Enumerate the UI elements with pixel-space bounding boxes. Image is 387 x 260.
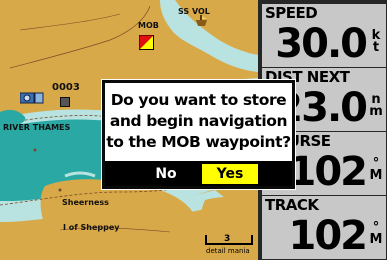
dialog-line: Do you want to store <box>110 91 287 109</box>
waypoint-icon[interactable] <box>60 97 70 107</box>
field-unit: ° M <box>369 156 383 183</box>
no-button[interactable]: No <box>141 164 191 184</box>
field-unit: k t <box>371 28 381 55</box>
camera-icon[interactable] <box>20 90 44 104</box>
gps-screen: MOB SS VOL 0003 RIVER THAMES Sheerness I… <box>0 0 387 260</box>
mob-label: MOB <box>138 21 159 30</box>
field-value: 102 <box>288 149 368 195</box>
scale-value: 3 <box>224 234 231 244</box>
dialog-button-bar: No Yes <box>105 161 292 186</box>
field-speed[interactable]: SPEED 30.0 k t <box>262 4 386 67</box>
dialog-line: to the MOB waypoint? <box>106 133 291 151</box>
river-label: RIVER THAMES <box>3 123 71 132</box>
mob-confirm-dialog: Do you want to store and begin navigatio… <box>101 79 296 190</box>
yes-button[interactable]: Yes <box>202 164 258 184</box>
vessel-label: SS VOL <box>178 7 210 16</box>
map-scale: 3 detail mania <box>204 231 254 256</box>
field-track[interactable]: TRACK 102 ° M <box>262 196 386 259</box>
field-title: SPEED <box>265 4 318 22</box>
dialog-line: and begin navigation <box>109 112 288 130</box>
field-value: 30.0 <box>275 21 368 67</box>
waypoint-label: 0003 <box>52 82 80 93</box>
dialog-message: Do you want to store and begin navigatio… <box>105 90 292 153</box>
mob-flag-icon[interactable] <box>139 35 154 50</box>
detail-label: detail mania <box>206 247 250 255</box>
ship-icon[interactable] <box>194 15 209 27</box>
place-label-sheerness: Sheerness <box>62 198 109 207</box>
field-unit: ° M <box>369 220 383 247</box>
place-label-sheppey: I of Sheppey <box>63 223 120 232</box>
field-title: TRACK <box>265 196 319 214</box>
field-unit: n m <box>369 92 383 119</box>
field-value: 102 <box>288 213 368 259</box>
